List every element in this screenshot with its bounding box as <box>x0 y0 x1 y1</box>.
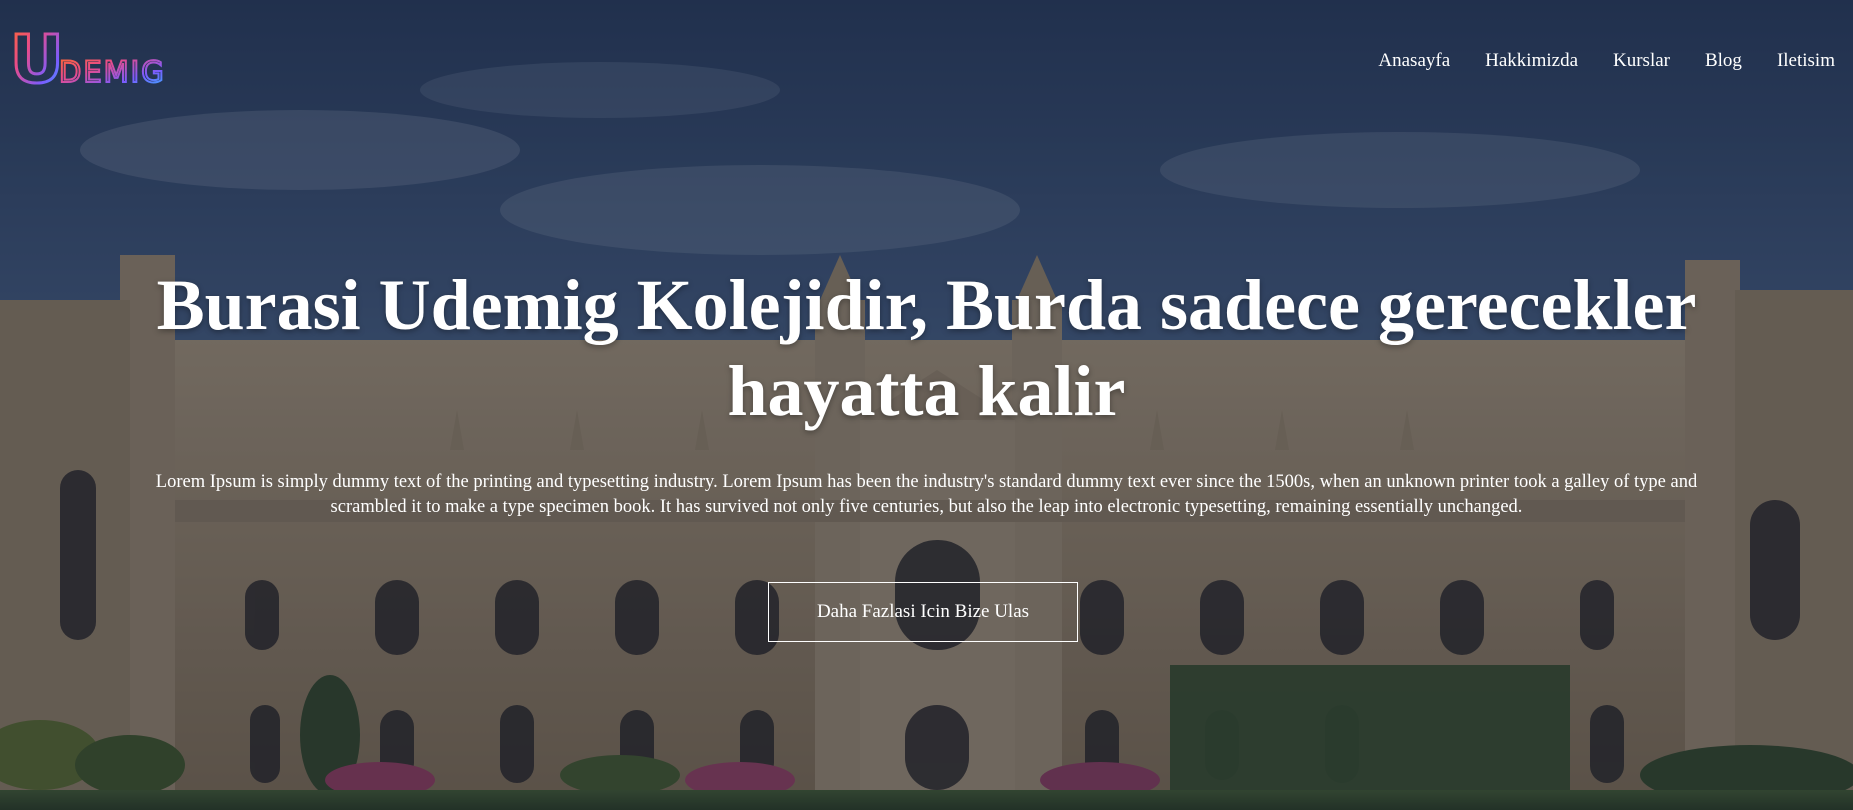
hero-title-line-1: Burasi Udemig Kolejidir, Burda sadece ge… <box>156 265 1697 345</box>
nav-link-hakkimizda[interactable]: Hakkimizda <box>1485 50 1578 71</box>
nav-link-anasayfa[interactable]: Anasayfa <box>1378 50 1450 71</box>
site-header: U DEMIG Anasayfa Hakkimizda Kurslar Blog… <box>0 0 1853 120</box>
logo-letter: U <box>10 24 64 88</box>
nav-link-iletisim[interactable]: Iletisim <box>1777 50 1835 71</box>
nav-item-anasayfa: Anasayfa <box>1378 50 1450 72</box>
nav-item-iletisim: Iletisim <box>1777 50 1835 72</box>
logo-wordmark: DEMIG <box>59 55 166 88</box>
nav-item-blog: Blog <box>1705 50 1742 72</box>
hero-title: Burasi Udemig Kolejidir, Burda sadece ge… <box>60 262 1793 434</box>
hero-title-line-2: hayatta kalir <box>727 351 1126 431</box>
main-nav: Anasayfa Hakkimizda Kurslar Blog Iletisi… <box>1378 50 1835 72</box>
nav-item-kurslar: Kurslar <box>1613 50 1670 72</box>
nav-item-hakkimizda: Hakkimizda <box>1485 50 1578 72</box>
udemig-logo[interactable]: U DEMIG <box>10 24 175 88</box>
nav-link-kurslar[interactable]: Kurslar <box>1613 50 1670 71</box>
contact-cta-button[interactable]: Daha Fazlasi Icin Bize Ulas <box>768 582 1078 642</box>
hero-description: Lorem Ipsum is simply dummy text of the … <box>155 472 1698 517</box>
nav-link-blog[interactable]: Blog <box>1705 50 1742 71</box>
